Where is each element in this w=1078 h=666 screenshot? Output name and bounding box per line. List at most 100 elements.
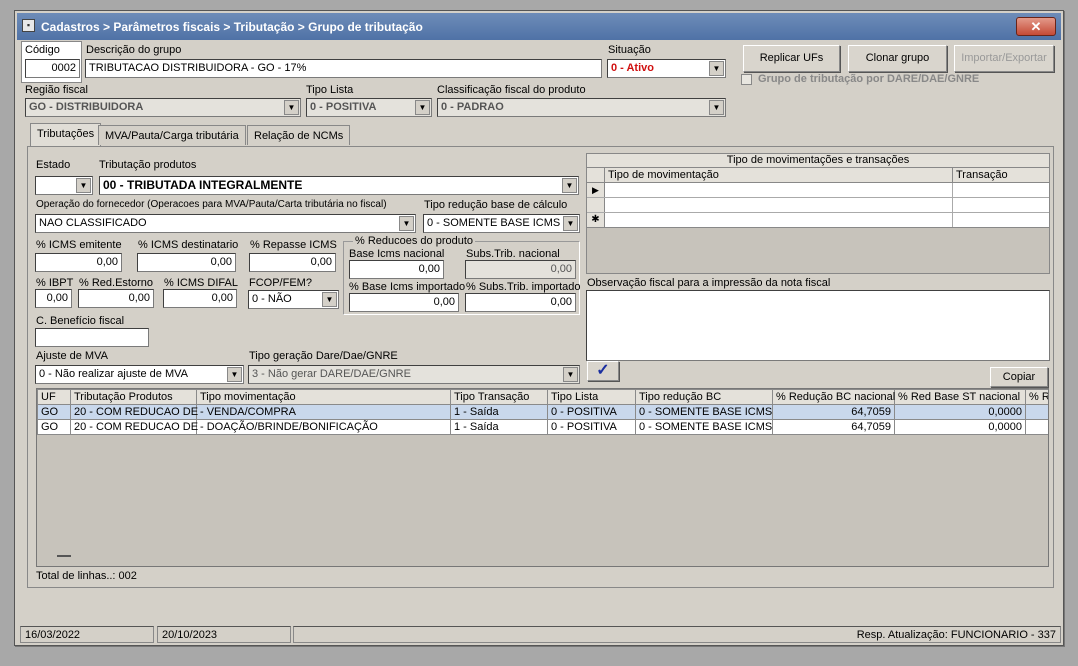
icms-emit-label: % ICMS emitente	[36, 239, 122, 251]
col-red-base-st[interactable]: % Red Base ST nacional	[894, 389, 1026, 405]
status-date-updated: 20/10/2023	[157, 626, 291, 643]
trib-value: 00 - TRIBUTADA INTEGRALMENTE	[103, 178, 303, 192]
chevron-down-icon[interactable]: ▼	[284, 100, 299, 115]
cell-red-base-st: 0,0000	[894, 404, 1026, 420]
oper-value: NAO CLASSIFICADO	[39, 217, 147, 229]
dare-tipo-label: Tipo geração Dare/Dae/GNRE	[249, 350, 398, 362]
oper-select[interactable]: NAO CLASSIFICADO ▼	[35, 214, 416, 233]
tipo-lista-select[interactable]: 0 - POSITIVA ▼	[306, 98, 432, 117]
movimentos-row[interactable]	[587, 198, 1049, 213]
movimentos-col-tipo: Tipo de movimentação	[605, 168, 953, 182]
estado-select[interactable]: ▼	[35, 176, 93, 195]
chevron-down-icon[interactable]: ▼	[415, 100, 430, 115]
tab-tributacoes[interactable]: Tributações	[30, 123, 102, 146]
repasse-input[interactable]: 0,00	[249, 253, 336, 272]
cell-tributacao: 20 - COM REDUCAO DE	[70, 419, 198, 435]
subs-nac-input[interactable]: 0,00	[465, 260, 576, 279]
chevron-down-icon[interactable]: ▼	[562, 178, 577, 193]
chevron-down-icon[interactable]: ▼	[709, 100, 724, 115]
status-date-created: 16/03/2022	[20, 626, 154, 643]
base-nac-input[interactable]: 0,00	[349, 260, 444, 279]
trib-label: Tributação produtos	[99, 159, 197, 171]
trib-select[interactable]: 00 - TRIBUTADA INTEGRALMENTE ▼	[99, 176, 579, 195]
cell-tributacao: 20 - COM REDUCAO DE	[70, 404, 198, 420]
icms-dest-input[interactable]: 0,00	[137, 253, 236, 272]
icms-difal-input[interactable]: 0,00	[163, 289, 237, 308]
col-re[interactable]: % Re	[1025, 389, 1048, 405]
ajuste-value: 0 - Não realizar ajuste de MVA	[39, 368, 188, 380]
codigo-input[interactable]: 0002	[25, 59, 80, 78]
ibpt-input[interactable]: 0,00	[35, 289, 72, 308]
cell-red-base-st: 0,0000	[894, 419, 1026, 435]
col-tipo-red-bc[interactable]: Tipo redução BC	[635, 389, 773, 405]
chevron-down-icon[interactable]: ▼	[563, 216, 578, 231]
chevron-down-icon[interactable]: ▼	[76, 178, 91, 193]
chevron-down-icon[interactable]: ▼	[709, 61, 724, 76]
situacao-label: Situação	[608, 44, 651, 56]
cell-re	[1025, 419, 1048, 435]
tab-mva[interactable]: MVA/Pauta/Carga tributária	[98, 125, 246, 145]
cell-re	[1025, 404, 1048, 420]
scroll-indicator[interactable]	[57, 555, 71, 557]
descricao-input[interactable]: TRIBUTACAO DISTRIBUIDORA - GO - 17%	[85, 59, 602, 78]
col-tipo-lista[interactable]: Tipo Lista	[547, 389, 636, 405]
situacao-select[interactable]: 0 - Ativo ▼	[607, 59, 726, 78]
col-uf[interactable]: UF	[37, 389, 71, 405]
col-tipo-mov[interactable]: Tipo movimentação	[196, 389, 451, 405]
fcop-select[interactable]: 0 - NÃO ▼	[248, 290, 339, 309]
red-estorno-input[interactable]: 0,00	[78, 289, 154, 308]
copiar-button[interactable]: Copiar	[990, 367, 1048, 387]
importar-exportar-button[interactable]: Importar/Exportar	[954, 45, 1054, 72]
repasse-label: % Repasse ICMS	[250, 239, 337, 251]
clonar-grupo-button[interactable]: Clonar grupo	[848, 45, 947, 72]
classif-select[interactable]: 0 - PADRAO ▼	[437, 98, 726, 117]
tab-ncms[interactable]: Relação de NCMs	[247, 125, 351, 145]
dare-checkbox[interactable]	[741, 74, 752, 85]
beneficio-input[interactable]	[35, 328, 149, 347]
total-linhas: Total de linhas..: 002	[36, 570, 137, 582]
new-row-icon: ✱	[587, 213, 605, 227]
cell-tipo-red-bc: 0 - SOMENTE BASE ICMS	[635, 404, 773, 420]
chevron-down-icon[interactable]: ▼	[322, 292, 337, 307]
subs-nac-label: Subs.Trib. nacional	[466, 248, 560, 260]
ajuste-select[interactable]: 0 - Não realizar ajuste de MVA ▼	[35, 365, 244, 384]
close-button[interactable]: ✕	[1016, 17, 1056, 36]
fcop-value: 0 - NÃO	[252, 293, 292, 305]
dare-tipo-select[interactable]: 3 - Não gerar DARE/DAE/GNRE ▼	[248, 365, 580, 384]
tributacoes-table: UF Tributação Produtos Tipo movimentação…	[36, 388, 1049, 567]
col-red-bc-nac[interactable]: % Redução BC nacional	[772, 389, 895, 405]
cell-tipo-lista: 0 - POSITIVA	[547, 404, 636, 420]
col-tipo-transacao[interactable]: Tipo Transação	[450, 389, 548, 405]
icms-difal-label: % ICMS DIFAL	[164, 277, 238, 289]
beneficio-label: C. Benefício fiscal	[36, 315, 125, 327]
red-base-select[interactable]: 0 - SOMENTE BASE ICMS ▼	[423, 214, 580, 233]
ajuste-label: Ajuste de MVA	[36, 350, 108, 362]
title-bar[interactable]: ▪ Cadastros > Parâmetros fiscais > Tribu…	[17, 13, 1061, 40]
chevron-down-icon[interactable]: ▼	[563, 367, 578, 382]
base-imp-input[interactable]: 0,00	[349, 293, 459, 312]
regiao-select[interactable]: GO - DISTRIBUIDORA ▼	[25, 98, 301, 117]
obs-textarea[interactable]	[586, 290, 1050, 361]
app-icon: ▪	[22, 19, 35, 32]
red-estorno-label: % Red.Estorno	[79, 277, 153, 289]
codigo-label: Código	[25, 44, 60, 56]
confirm-check-button[interactable]: ✓	[587, 361, 619, 381]
situacao-value: 0 - Ativo	[611, 62, 654, 74]
subs-imp-input[interactable]: 0,00	[465, 293, 576, 312]
movimentos-new-row[interactable]: ✱	[587, 213, 1049, 228]
col-tributacao[interactable]: Tributação Produtos	[70, 389, 197, 405]
table-header-row: UF Tributação Produtos Tipo movimentação…	[37, 389, 1048, 405]
red-base-label: Tipo redução base de cálculo	[424, 199, 568, 211]
icms-emit-input[interactable]: 0,00	[35, 253, 122, 272]
cell-uf: GO	[37, 419, 71, 435]
replicar-ufs-button[interactable]: Replicar UFs	[743, 45, 840, 72]
estado-label: Estado	[36, 159, 71, 171]
icms-dest-label: % ICMS destinatario	[138, 239, 239, 251]
cell-tipo-transacao: 1 - Saída	[450, 419, 548, 435]
chevron-down-icon[interactable]: ▼	[399, 216, 414, 231]
movimentos-row[interactable]: ▶	[587, 183, 1049, 198]
table-row[interactable]: GO 20 - COM REDUCAO DE - VENDA/COMPRA 1 …	[37, 404, 1048, 420]
cell-tipo-red-bc: 0 - SOMENTE BASE ICMS	[635, 419, 773, 435]
chevron-down-icon[interactable]: ▼	[227, 367, 242, 382]
table-row[interactable]: GO 20 - COM REDUCAO DE - DOAÇÃO/BRINDE/B…	[37, 419, 1048, 435]
